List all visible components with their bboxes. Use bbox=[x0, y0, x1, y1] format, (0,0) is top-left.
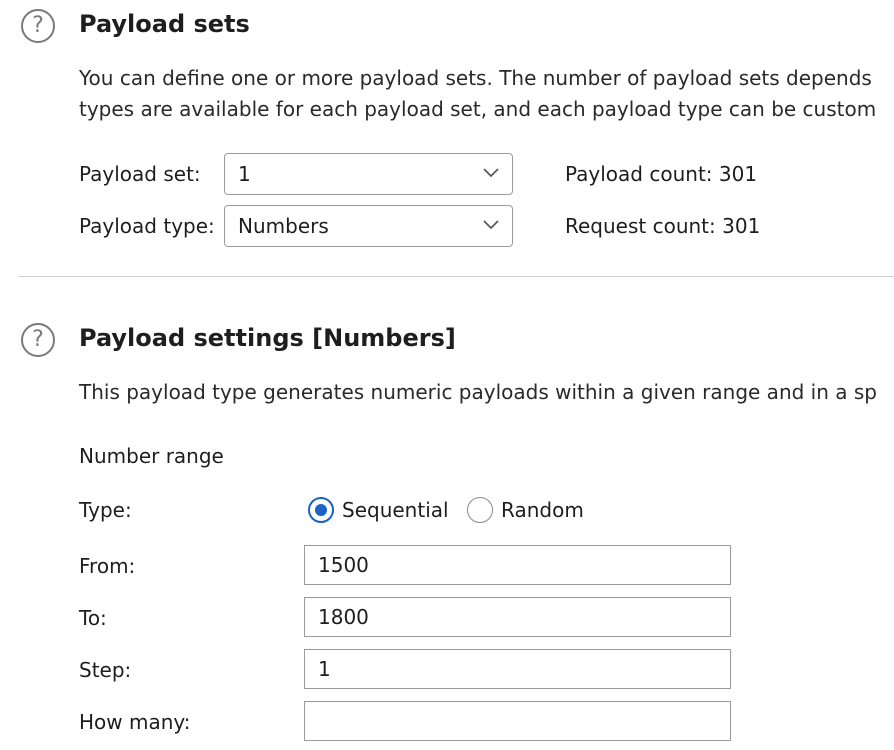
number-range-label: Number range bbox=[79, 444, 224, 468]
type-label: Type: bbox=[79, 498, 132, 522]
section-divider bbox=[18, 276, 894, 277]
payload-sets-heading: Payload sets bbox=[79, 10, 250, 38]
payload-count-text: Payload count: 301 bbox=[565, 162, 758, 186]
step-input[interactable] bbox=[304, 649, 731, 689]
to-label: To: bbox=[79, 606, 107, 630]
random-radio[interactable] bbox=[467, 497, 493, 523]
help-icon[interactable]: ? bbox=[21, 323, 55, 357]
payload-sets-description-line2: types are available for each payload set… bbox=[79, 97, 877, 121]
to-input[interactable] bbox=[304, 597, 731, 637]
step-label: Step: bbox=[79, 658, 132, 682]
payload-set-value: 1 bbox=[238, 162, 251, 186]
how-many-input[interactable] bbox=[304, 701, 731, 741]
sequential-radio-label[interactable]: Sequential bbox=[342, 498, 449, 522]
chevron-down-icon bbox=[483, 220, 499, 230]
payload-type-dropdown[interactable]: Numbers bbox=[224, 205, 513, 247]
payload-set-dropdown[interactable]: 1 bbox=[224, 153, 513, 195]
from-input[interactable] bbox=[304, 545, 731, 585]
request-count-text: Request count: 301 bbox=[565, 214, 761, 238]
from-label: From: bbox=[79, 554, 136, 578]
help-icon[interactable]: ? bbox=[21, 9, 55, 43]
payload-settings-description: This payload type generates numeric payl… bbox=[79, 380, 877, 404]
how-many-label: How many: bbox=[79, 710, 191, 734]
sequential-radio[interactable] bbox=[308, 497, 334, 523]
payload-type-label: Payload type: bbox=[79, 214, 215, 238]
payload-sets-description-line1: You can define one or more payload sets.… bbox=[79, 66, 872, 90]
random-radio-label[interactable]: Random bbox=[501, 498, 584, 522]
payload-settings-heading: Payload settings [Numbers] bbox=[79, 324, 456, 352]
chevron-down-icon bbox=[483, 168, 499, 178]
payload-set-label: Payload set: bbox=[79, 162, 201, 186]
payload-type-value: Numbers bbox=[238, 214, 329, 238]
